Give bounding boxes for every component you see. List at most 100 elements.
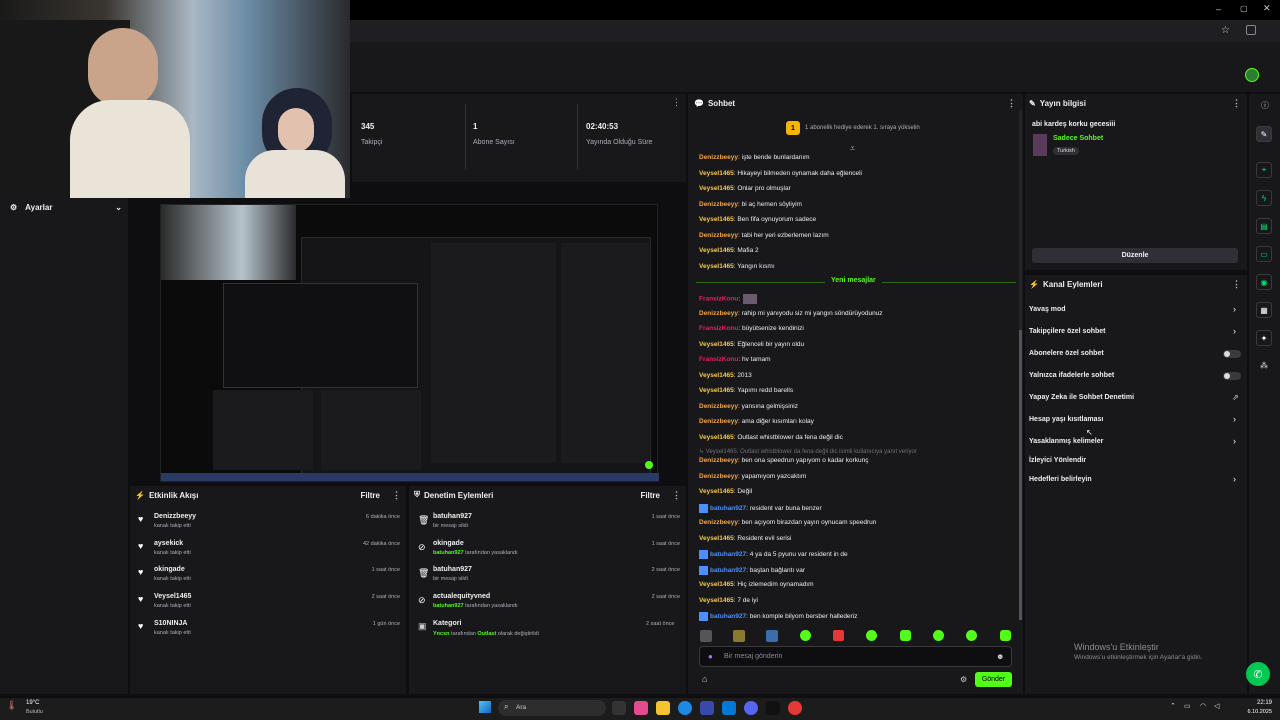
chat-username[interactable]: Denizzbeeyy <box>699 403 738 410</box>
microphone-icon[interactable]: ● <box>708 652 713 661</box>
chat-username[interactable]: batuhan927 <box>710 567 746 574</box>
action-raid[interactable]: İzleyici Yönlendir <box>1029 457 1086 464</box>
chat-username[interactable]: FransizKonu <box>699 356 738 363</box>
mod-username[interactable]: okingade <box>433 540 464 547</box>
mod-actor[interactable]: batuhan927 <box>433 603 464 609</box>
file-explorer-icon[interactable] <box>656 701 670 715</box>
chat-username[interactable]: Denizzbeeyy <box>699 310 738 317</box>
activity-username[interactable]: S10NINJA <box>154 620 187 627</box>
wifi-icon[interactable]: ◠ <box>1200 702 1206 710</box>
chat-username[interactable]: Veysel1465 <box>699 387 734 394</box>
edit-button[interactable]: Düzenle <box>1032 248 1238 263</box>
chat-username[interactable]: Denizzbeeyy <box>699 154 738 161</box>
action-slow-mode[interactable]: Yavaş mod <box>1029 306 1066 313</box>
chevron-right-icon[interactable]: › <box>1233 436 1236 446</box>
chat-scrollbar[interactable] <box>1019 330 1022 620</box>
mod-username[interactable]: batuhan927 <box>433 513 472 520</box>
start-icon[interactable] <box>479 701 491 713</box>
avatar[interactable] <box>1245 68 1259 82</box>
emote-icon[interactable] <box>966 630 977 641</box>
external-link-icon[interactable]: ⇗ <box>1232 393 1239 402</box>
emote-icon[interactable] <box>900 630 911 641</box>
more-icon[interactable]: ⋮ <box>672 490 681 501</box>
chat-username[interactable]: Veysel1465 <box>699 535 734 542</box>
emote-icon[interactable] <box>733 630 745 642</box>
maximize-icon[interactable]: ▢ <box>1240 4 1248 13</box>
activity-username[interactable]: okingade <box>154 566 185 573</box>
chevron-right-icon[interactable]: › <box>1233 474 1236 484</box>
more-icon[interactable]: ⋮ <box>392 490 401 501</box>
broadcast-icon[interactable]: ◉ <box>1256 274 1272 290</box>
chevron-right-icon[interactable]: › <box>1233 414 1236 424</box>
chat-input[interactable]: ● Bir mesaj gönderin ☻ <box>699 646 1012 667</box>
stream-preview[interactable] <box>160 204 659 482</box>
chat-username[interactable]: Veysel1465 <box>699 581 734 588</box>
action-banned-words[interactable]: Yasaklanmış kelimeler <box>1029 438 1103 445</box>
bolt-tool-icon[interactable]: ϟ <box>1256 190 1272 206</box>
chrome-icon[interactable] <box>788 701 802 715</box>
emoji-icon[interactable]: ☻ <box>996 652 1004 661</box>
tray-chevron-icon[interactable]: ⌃ <box>1170 702 1176 710</box>
chat-username[interactable]: Veysel1465 <box>699 216 734 223</box>
mod-username[interactable]: actualequityvned <box>433 593 490 600</box>
chat-username[interactable]: Veysel1465 <box>699 170 734 177</box>
send-button[interactable]: Gönder <box>975 672 1012 687</box>
volume-icon[interactable]: ◁ <box>1214 702 1219 710</box>
chat-tool-icon[interactable]: ▭ <box>1256 246 1272 262</box>
close-icon[interactable]: ✕ <box>1263 3 1271 14</box>
wrench-icon[interactable]: ✦ <box>1256 330 1272 346</box>
action-set-goals[interactable]: Hedefleri belirleyin <box>1029 476 1092 483</box>
more-icon[interactable]: ⋮ <box>1232 279 1241 290</box>
edge-icon[interactable] <box>678 701 692 715</box>
chat-username[interactable]: Veysel1465 <box>699 434 734 441</box>
minimize-icon[interactable]: – <box>1216 4 1221 14</box>
chat-username[interactable]: batuhan927 <box>710 551 746 558</box>
action-ai-moderation[interactable]: Yapay Zeka ile Sohbet Denetimi <box>1029 394 1134 401</box>
mod-username[interactable]: batuhan927 <box>433 566 472 573</box>
discord-icon[interactable] <box>744 701 758 715</box>
chat-username[interactable]: Denizzbeeyy <box>699 201 738 208</box>
floating-chat-icon[interactable]: ✆ <box>1246 662 1270 686</box>
gear-icon[interactable]: ⚙ <box>960 675 967 684</box>
emote-icon[interactable] <box>700 630 712 642</box>
edit-tool-icon[interactable]: ✎ <box>1256 126 1272 142</box>
settings-toggle[interactable]: ⚙ Ayarlar ⌄ <box>10 198 122 216</box>
more-icon[interactable]: ⋮ <box>672 97 681 108</box>
category-name[interactable]: Sadece Sohbet <box>1053 135 1103 142</box>
activity-username[interactable]: aysekick <box>154 540 183 547</box>
chat-username[interactable]: batuhan927 <box>710 613 746 620</box>
taskbar-search[interactable]: ⌕ Ara <box>498 700 606 716</box>
chat-username[interactable]: Veysel1465 <box>699 247 734 254</box>
emote-only-toggle[interactable] <box>1223 372 1241 380</box>
chat-username[interactable]: Veysel1465 <box>699 263 734 270</box>
activity-username[interactable]: Denizzbeeyy <box>154 513 196 520</box>
task-view-icon[interactable] <box>612 701 626 715</box>
chat-username[interactable]: Veysel1465 <box>699 488 734 495</box>
emote-icon[interactable] <box>1000 630 1011 641</box>
copilot-icon[interactable] <box>634 701 648 715</box>
chevron-right-icon[interactable]: › <box>1233 304 1236 314</box>
chat-username[interactable]: Veysel1465 <box>699 185 734 192</box>
info-icon[interactable]: ⓘ <box>1261 100 1269 111</box>
moderation-filter-button[interactable]: Filtre <box>640 491 660 500</box>
layout-icon[interactable]: ▦ <box>1256 302 1272 318</box>
extension-icon[interactable] <box>1246 25 1256 35</box>
chat-username[interactable]: FransizKonu <box>699 296 738 303</box>
store-icon[interactable] <box>700 701 714 715</box>
bookmark-star-icon[interactable]: ☆ <box>1221 25 1230 36</box>
chat-username[interactable]: Veysel1465 <box>699 341 734 348</box>
emote-icon[interactable] <box>866 630 877 641</box>
more-icon[interactable]: ⋮ <box>1007 98 1016 109</box>
subscribers-only-toggle[interactable] <box>1223 350 1241 358</box>
action-account-age[interactable]: Hesap yaşı kısıtlaması <box>1029 416 1103 423</box>
obs-icon[interactable] <box>766 701 780 715</box>
chat-username[interactable]: Veysel1465 <box>699 372 734 379</box>
chat-username[interactable]: Denizzbeeyy <box>699 519 738 526</box>
mod-actor[interactable]: batuhan927 <box>433 550 464 556</box>
battery-icon[interactable]: ▭ <box>1184 702 1191 710</box>
outlook-icon[interactable] <box>722 701 736 715</box>
chat-username[interactable]: Denizzbeeyy <box>699 457 738 464</box>
chat-username[interactable]: batuhan927 <box>710 505 746 512</box>
target-icon[interactable]: ⌖ <box>1256 162 1272 178</box>
chat-username[interactable]: Denizzbeeyy <box>699 473 738 480</box>
